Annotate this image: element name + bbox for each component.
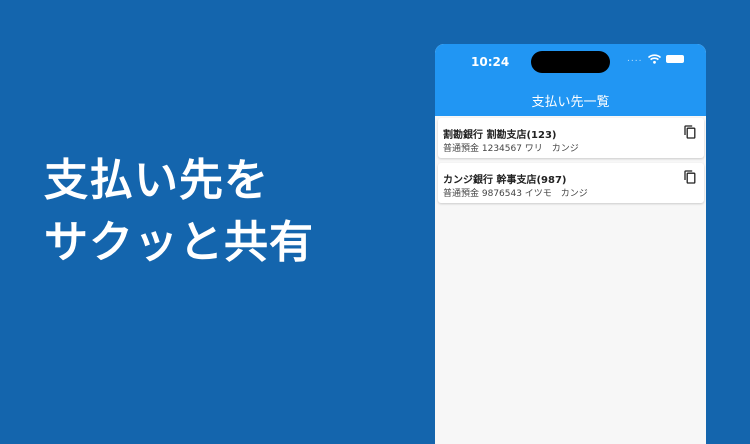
copy-icon[interactable] [684, 125, 696, 139]
promo-headline: 支払い先を サクッと共有 [44, 150, 314, 274]
app-title: 支払い先一覧 [531, 95, 610, 110]
payee-card[interactable]: カンジ銀行 幹事支店(987) 普通預金 9876543 イツモ カンジ [438, 163, 704, 203]
app-bar: 10:24 .... 支払い先一覧 [435, 44, 706, 116]
headline-line-2: サクッと共有 [44, 217, 314, 268]
payee-account: 普通預金 1234567 ワリ カンジ [443, 144, 579, 154]
status-time: 10:24 [471, 55, 510, 69]
payee-card[interactable]: 割勘銀行 割勘支店(123) 普通預金 1234567 ワリ カンジ [438, 118, 704, 158]
signal-icon: .... [627, 54, 643, 64]
payee-bank-branch: カンジ銀行 幹事支店(987) [443, 175, 567, 186]
copy-icon[interactable] [684, 170, 696, 184]
payee-account: 普通預金 9876543 イツモ カンジ [443, 189, 588, 199]
payee-list: 割勘銀行 割勘支店(123) 普通預金 1234567 ワリ カンジ カンジ銀行… [438, 118, 704, 208]
dynamic-island [531, 51, 610, 73]
headline-line-1: 支払い先を [44, 155, 269, 206]
payee-bank-branch: 割勘銀行 割勘支店(123) [443, 130, 557, 141]
phone-screen: 10:24 .... 支払い先一覧 割勘銀行 割勘支店(123) 普通預金 12… [435, 44, 706, 444]
battery-icon [666, 55, 685, 63]
status-icons: .... [627, 54, 685, 64]
wifi-icon [648, 54, 662, 64]
